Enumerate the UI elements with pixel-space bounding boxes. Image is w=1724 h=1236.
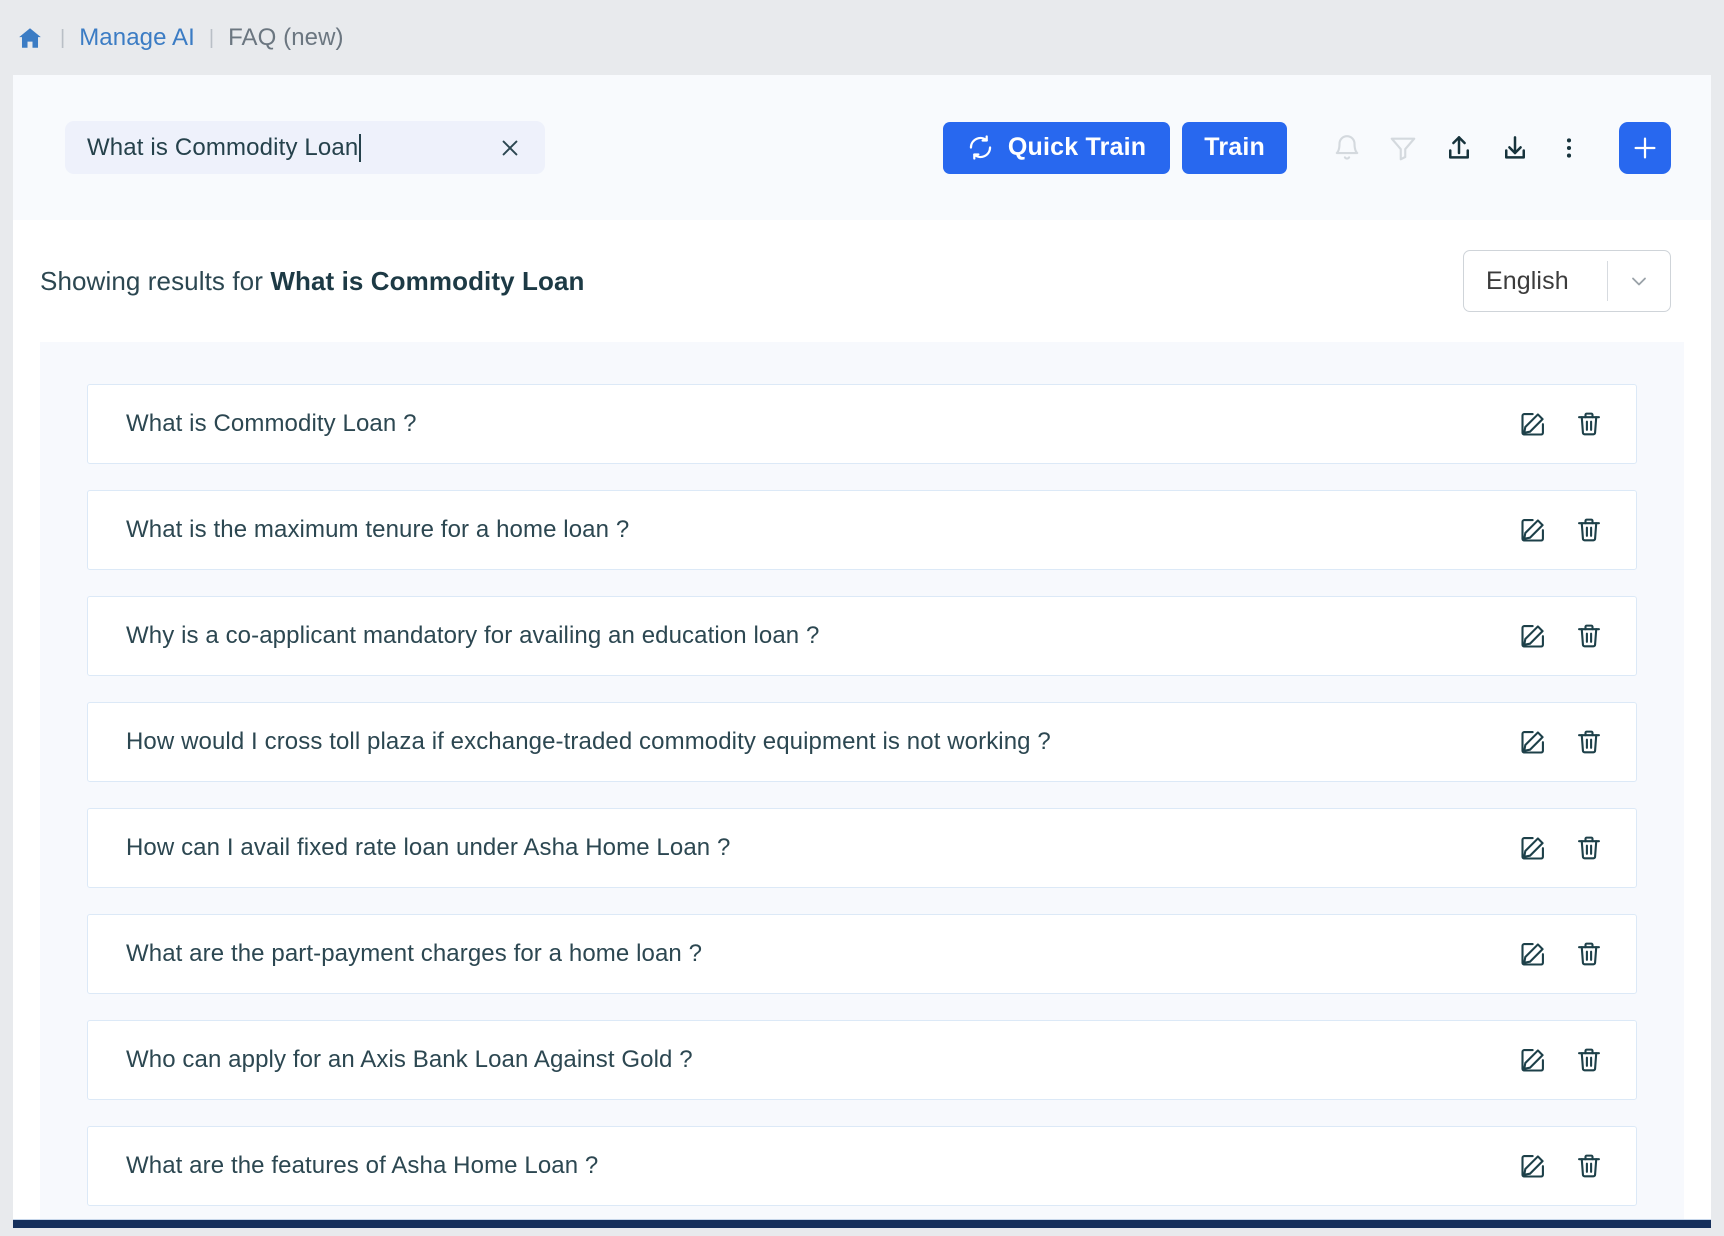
breadcrumb-link-manage-ai[interactable]: Manage AI [79,24,195,52]
faq-row[interactable]: How would I cross toll plaza if exchange… [87,702,1637,782]
add-faq-button[interactable] [1619,121,1671,174]
edit-icon[interactable] [1516,407,1550,441]
search-input-value: What is Commodity Loan [87,133,359,161]
edit-icon[interactable] [1516,513,1550,547]
faq-row[interactable]: What are the part-payment charges for a … [87,914,1637,994]
faq-row-actions [1516,619,1606,653]
bell-icon[interactable] [1319,120,1375,176]
upload-icon[interactable] [1431,120,1487,176]
faq-row-actions [1516,1043,1606,1077]
download-icon[interactable] [1487,120,1543,176]
faq-row-actions [1516,407,1606,441]
train-label: Train [1204,133,1265,161]
trash-icon[interactable] [1572,725,1606,759]
language-select[interactable]: English [1463,250,1671,312]
faq-row-actions [1516,831,1606,865]
toolbar: What is Commodity Loan Quick Train Train [13,75,1711,220]
train-button[interactable]: Train [1182,121,1287,174]
faq-question: What are the part-payment charges for a … [126,940,703,967]
faq-question: Who can apply for an Axis Bank Loan Agai… [126,1046,693,1073]
trash-icon[interactable] [1572,831,1606,865]
plus-icon [1630,133,1660,163]
showing-results-query: What is Commodity Loan [270,265,585,296]
edit-icon[interactable] [1516,1149,1550,1183]
faq-question: How can I avail fixed rate loan under As… [126,834,731,861]
edit-icon[interactable] [1516,831,1550,865]
faq-row-actions [1516,937,1606,971]
faq-row[interactable]: How can I avail fixed rate loan under As… [87,808,1637,888]
faq-row-actions [1516,725,1606,759]
faq-row[interactable]: What is the maximum tenure for a home lo… [87,490,1637,570]
breadcrumb-current-faq: FAQ (new) [228,23,344,51]
language-select-value: English [1486,266,1569,295]
faq-question: Why is a co-applicant mandatory for avai… [126,622,820,649]
close-icon[interactable] [497,135,523,161]
trash-icon[interactable] [1572,1149,1606,1183]
faq-question: What is Commodity Loan ? [126,410,417,437]
quick-train-label: Quick Train [1007,133,1147,161]
chevron-down-icon[interactable] [1608,269,1670,293]
main-card: What is Commodity Loan Quick Train Train… [13,75,1711,1228]
edit-icon[interactable] [1516,937,1550,971]
refresh-icon [967,134,994,161]
trash-icon[interactable] [1572,407,1606,441]
search-input[interactable]: What is Commodity Loan [65,121,545,174]
home-icon[interactable] [14,22,46,54]
text-caret [359,133,362,162]
faq-row-actions [1516,1149,1606,1183]
faq-row[interactable]: Why is a co-applicant mandatory for avai… [87,596,1637,676]
showing-results-prefix: Showing results for [40,265,271,296]
breadcrumb: | Manage AI | FAQ (new) [0,0,1724,75]
faq-question: What is the maximum tenure for a home lo… [126,516,630,543]
trash-icon[interactable] [1572,513,1606,547]
trash-icon[interactable] [1572,619,1606,653]
faq-question: How would I cross toll plaza if exchange… [126,728,1051,755]
breadcrumb-separator-1: | [60,26,66,49]
bottom-bar [13,1220,1711,1228]
edit-icon[interactable] [1516,619,1550,653]
faq-row[interactable]: What are the features of Asha Home Loan … [87,1126,1637,1206]
quick-train-button[interactable]: Quick Train [942,121,1171,174]
toolbar-actions: Quick Train Train [942,120,1671,176]
filter-icon[interactable] [1375,120,1431,176]
more-vertical-icon[interactable] [1543,120,1595,176]
showing-results-text: Showing results for What is Commodity Lo… [40,266,585,297]
faq-question: What are the features of Asha Home Loan … [126,1152,599,1179]
breadcrumb-separator-2: | [208,26,215,49]
faq-row-actions [1516,513,1606,547]
results-header: Showing results for What is Commodity Lo… [13,220,1711,342]
faq-row[interactable]: Who can apply for an Axis Bank Loan Agai… [87,1020,1637,1100]
edit-icon[interactable] [1516,725,1550,759]
trash-icon[interactable] [1572,937,1606,971]
faq-list: What is Commodity Loan ? What is the maxi… [40,342,1684,1228]
trash-icon[interactable] [1572,1043,1606,1077]
edit-icon[interactable] [1516,1043,1550,1077]
faq-row[interactable]: What is Commodity Loan ? [87,384,1637,464]
